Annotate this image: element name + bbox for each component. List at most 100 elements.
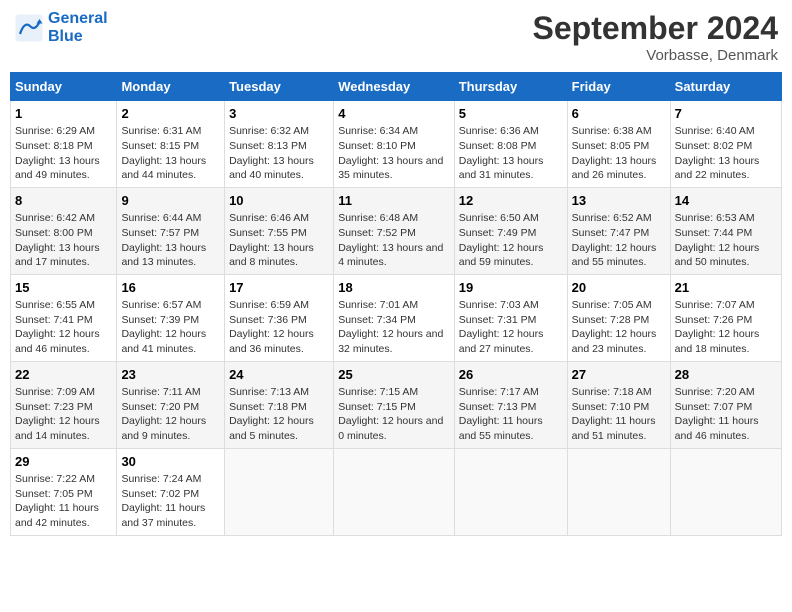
calendar-cell: 16Sunrise: 6:57 AMSunset: 7:39 PMDayligh… — [117, 274, 225, 361]
day-number: 22 — [15, 366, 112, 384]
day-info: Sunrise: 6:55 AMSunset: 7:41 PMDaylight:… — [15, 298, 112, 357]
main-title: September 2024 — [533, 10, 778, 47]
day-info: Sunrise: 7:20 AMSunset: 7:07 PMDaylight:… — [675, 385, 777, 444]
day-header-saturday: Saturday — [670, 73, 781, 101]
day-info: Sunrise: 7:18 AMSunset: 7:10 PMDaylight:… — [572, 385, 666, 444]
day-number: 24 — [229, 366, 329, 384]
calendar-cell: 13Sunrise: 6:52 AMSunset: 7:47 PMDayligh… — [567, 187, 670, 274]
subtitle: Vorbasse, Denmark — [533, 47, 778, 64]
day-number: 7 — [675, 105, 777, 123]
day-header-sunday: Sunday — [11, 73, 117, 101]
calendar-cell: 12Sunrise: 6:50 AMSunset: 7:49 PMDayligh… — [454, 187, 567, 274]
day-number: 12 — [459, 192, 563, 210]
calendar-cell: 11Sunrise: 6:48 AMSunset: 7:52 PMDayligh… — [334, 187, 455, 274]
calendar-cell: 3Sunrise: 6:32 AMSunset: 8:13 PMDaylight… — [225, 101, 334, 188]
calendar-cell — [334, 448, 455, 535]
day-number: 20 — [572, 279, 666, 297]
week-row-4: 22Sunrise: 7:09 AMSunset: 7:23 PMDayligh… — [11, 361, 782, 448]
day-info: Sunrise: 6:57 AMSunset: 7:39 PMDaylight:… — [121, 298, 220, 357]
day-info: Sunrise: 6:34 AMSunset: 8:10 PMDaylight:… — [338, 124, 450, 183]
day-number: 18 — [338, 279, 450, 297]
day-number: 16 — [121, 279, 220, 297]
calendar-cell: 10Sunrise: 6:46 AMSunset: 7:55 PMDayligh… — [225, 187, 334, 274]
day-info: Sunrise: 6:52 AMSunset: 7:47 PMDaylight:… — [572, 211, 666, 270]
calendar-cell — [670, 448, 781, 535]
day-number: 2 — [121, 105, 220, 123]
day-number: 27 — [572, 366, 666, 384]
calendar-cell: 6Sunrise: 6:38 AMSunset: 8:05 PMDaylight… — [567, 101, 670, 188]
day-header-thursday: Thursday — [454, 73, 567, 101]
day-info: Sunrise: 6:32 AMSunset: 8:13 PMDaylight:… — [229, 124, 329, 183]
day-info: Sunrise: 7:09 AMSunset: 7:23 PMDaylight:… — [15, 385, 112, 444]
week-row-2: 8Sunrise: 6:42 AMSunset: 8:00 PMDaylight… — [11, 187, 782, 274]
day-info: Sunrise: 7:11 AMSunset: 7:20 PMDaylight:… — [121, 385, 220, 444]
calendar-cell: 20Sunrise: 7:05 AMSunset: 7:28 PMDayligh… — [567, 274, 670, 361]
day-info: Sunrise: 7:07 AMSunset: 7:26 PMDaylight:… — [675, 298, 777, 357]
calendar-cell: 17Sunrise: 6:59 AMSunset: 7:36 PMDayligh… — [225, 274, 334, 361]
calendar-cell: 21Sunrise: 7:07 AMSunset: 7:26 PMDayligh… — [670, 274, 781, 361]
calendar-cell: 18Sunrise: 7:01 AMSunset: 7:34 PMDayligh… — [334, 274, 455, 361]
day-header-monday: Monday — [117, 73, 225, 101]
calendar-cell: 2Sunrise: 6:31 AMSunset: 8:15 PMDaylight… — [117, 101, 225, 188]
calendar-cell: 28Sunrise: 7:20 AMSunset: 7:07 PMDayligh… — [670, 361, 781, 448]
calendar-table: SundayMondayTuesdayWednesdayThursdayFrid… — [10, 72, 782, 536]
day-info: Sunrise: 6:29 AMSunset: 8:18 PMDaylight:… — [15, 124, 112, 183]
day-info: Sunrise: 6:50 AMSunset: 7:49 PMDaylight:… — [459, 211, 563, 270]
week-row-3: 15Sunrise: 6:55 AMSunset: 7:41 PMDayligh… — [11, 274, 782, 361]
day-number: 4 — [338, 105, 450, 123]
logo-text: General Blue — [48, 10, 108, 45]
calendar-cell: 26Sunrise: 7:17 AMSunset: 7:13 PMDayligh… — [454, 361, 567, 448]
day-header-wednesday: Wednesday — [334, 73, 455, 101]
calendar-cell: 27Sunrise: 7:18 AMSunset: 7:10 PMDayligh… — [567, 361, 670, 448]
day-info: Sunrise: 7:17 AMSunset: 7:13 PMDaylight:… — [459, 385, 563, 444]
day-header-tuesday: Tuesday — [225, 73, 334, 101]
day-number: 17 — [229, 279, 329, 297]
day-info: Sunrise: 7:05 AMSunset: 7:28 PMDaylight:… — [572, 298, 666, 357]
day-header-friday: Friday — [567, 73, 670, 101]
calendar-cell — [567, 448, 670, 535]
day-number: 25 — [338, 366, 450, 384]
day-info: Sunrise: 7:13 AMSunset: 7:18 PMDaylight:… — [229, 385, 329, 444]
day-number: 1 — [15, 105, 112, 123]
day-info: Sunrise: 6:53 AMSunset: 7:44 PMDaylight:… — [675, 211, 777, 270]
calendar-cell: 22Sunrise: 7:09 AMSunset: 7:23 PMDayligh… — [11, 361, 117, 448]
week-row-1: 1Sunrise: 6:29 AMSunset: 8:18 PMDaylight… — [11, 101, 782, 188]
day-number: 9 — [121, 192, 220, 210]
day-number: 26 — [459, 366, 563, 384]
day-number: 21 — [675, 279, 777, 297]
calendar-cell: 25Sunrise: 7:15 AMSunset: 7:15 PMDayligh… — [334, 361, 455, 448]
calendar-cell: 9Sunrise: 6:44 AMSunset: 7:57 PMDaylight… — [117, 187, 225, 274]
calendar-cell: 5Sunrise: 6:36 AMSunset: 8:08 PMDaylight… — [454, 101, 567, 188]
calendar-cell: 4Sunrise: 6:34 AMSunset: 8:10 PMDaylight… — [334, 101, 455, 188]
day-number: 3 — [229, 105, 329, 123]
logo-icon — [14, 13, 44, 43]
calendar-cell: 19Sunrise: 7:03 AMSunset: 7:31 PMDayligh… — [454, 274, 567, 361]
calendar-cell: 29Sunrise: 7:22 AMSunset: 7:05 PMDayligh… — [11, 448, 117, 535]
day-number: 5 — [459, 105, 563, 123]
day-info: Sunrise: 6:46 AMSunset: 7:55 PMDaylight:… — [229, 211, 329, 270]
day-number: 11 — [338, 192, 450, 210]
day-info: Sunrise: 6:59 AMSunset: 7:36 PMDaylight:… — [229, 298, 329, 357]
title-block: September 2024 Vorbasse, Denmark — [533, 10, 778, 64]
calendar-cell: 8Sunrise: 6:42 AMSunset: 8:00 PMDaylight… — [11, 187, 117, 274]
day-info: Sunrise: 6:38 AMSunset: 8:05 PMDaylight:… — [572, 124, 666, 183]
day-info: Sunrise: 7:24 AMSunset: 7:02 PMDaylight:… — [121, 472, 220, 531]
calendar-cell: 1Sunrise: 6:29 AMSunset: 8:18 PMDaylight… — [11, 101, 117, 188]
day-number: 8 — [15, 192, 112, 210]
week-row-5: 29Sunrise: 7:22 AMSunset: 7:05 PMDayligh… — [11, 448, 782, 535]
day-info: Sunrise: 6:36 AMSunset: 8:08 PMDaylight:… — [459, 124, 563, 183]
calendar-cell: 7Sunrise: 6:40 AMSunset: 8:02 PMDaylight… — [670, 101, 781, 188]
logo: General Blue — [14, 10, 108, 45]
day-number: 14 — [675, 192, 777, 210]
page-header: General Blue September 2024 Vorbasse, De… — [10, 10, 782, 64]
day-number: 29 — [15, 453, 112, 471]
day-number: 13 — [572, 192, 666, 210]
day-number: 19 — [459, 279, 563, 297]
day-number: 6 — [572, 105, 666, 123]
day-info: Sunrise: 6:48 AMSunset: 7:52 PMDaylight:… — [338, 211, 450, 270]
day-info: Sunrise: 6:31 AMSunset: 8:15 PMDaylight:… — [121, 124, 220, 183]
day-info: Sunrise: 6:40 AMSunset: 8:02 PMDaylight:… — [675, 124, 777, 183]
calendar-cell: 30Sunrise: 7:24 AMSunset: 7:02 PMDayligh… — [117, 448, 225, 535]
day-number: 15 — [15, 279, 112, 297]
day-info: Sunrise: 7:22 AMSunset: 7:05 PMDaylight:… — [15, 472, 112, 531]
